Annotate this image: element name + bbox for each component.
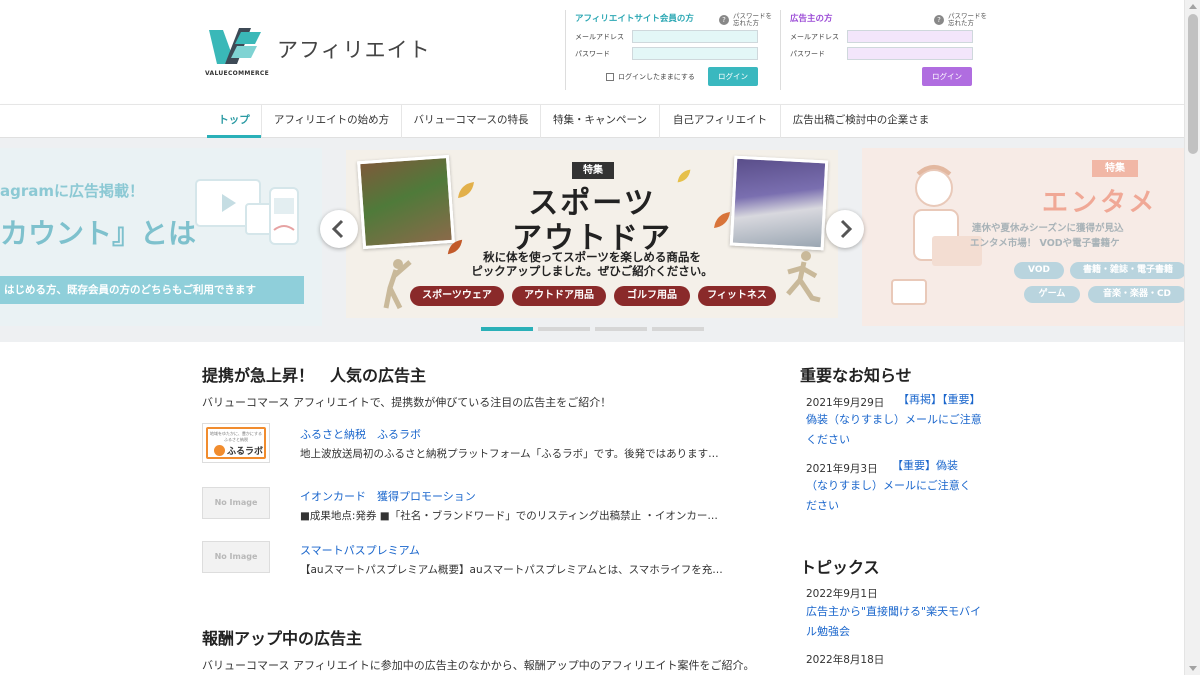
chip-golf-goods: ゴルフ用品 (614, 286, 690, 306)
nav-item-getting-started[interactable]: アフィリエイトの始め方 (262, 105, 401, 138)
help-icon: ? (719, 15, 729, 25)
advertiser-login-title: 広告主の方 (790, 14, 833, 24)
nav-item-features[interactable]: バリューコマースの特長 (402, 105, 540, 138)
site-header: VALUECOMMERCE アフィリエイト アフィリエイトサイト会員の方 ? パ… (0, 0, 1184, 104)
no-image-thumbnail[interactable]: No Image (202, 487, 270, 519)
affiliate-password-label: パスワード (575, 50, 610, 58)
feature-description-line2: ピックアップしました。ぜひご紹介ください。 (471, 264, 713, 278)
carousel-dot-4[interactable] (652, 327, 704, 331)
furulabo-logo[interactable]: 地域をゆたかに、豊かにする ふるさと納税 ふるラボ (202, 423, 270, 463)
furulabo-logo-subtext: ふるさと納税 (224, 437, 248, 442)
page: { "header": { "logo_sub": "VALUECOMMERCE… (0, 0, 1200, 675)
topic-date: 2022年8月18日 (806, 654, 885, 666)
advertiser-forgot-label: パスワードを忘れた方 (948, 12, 987, 27)
chip-games: ゲーム (1024, 286, 1080, 303)
scroll-down-icon[interactable] (1189, 666, 1197, 671)
chip-vod: VOD (1014, 262, 1064, 279)
vertical-scrollbar[interactable] (1184, 0, 1200, 675)
important-notices-heading: 重要なお知らせ (800, 366, 912, 385)
hero-carousel: agramに広告掲載！ カウント』とは はじめる方、既存会員の方のどちらもご利用… (0, 138, 1184, 342)
topic-date: 2022年9月1日 (806, 588, 878, 600)
popular-advertisers-heading: 提携が急上昇！ 人気の広告主 (202, 366, 427, 385)
advertiser-login-button[interactable]: ログイン (922, 67, 972, 86)
site-title: アフィリエイト (277, 38, 431, 62)
carousel-dot-1[interactable] (481, 327, 533, 331)
feature-description: 秋に体を使ってスポーツを楽しめる商品を ピックアップしました。ぜひご紹介ください… (346, 250, 838, 278)
reward-up-intro: バリューコマース アフィリエイトに参加中の広告主のなかから、報酬アップ中のアフィ… (202, 659, 755, 672)
remember-login-label: ログインしたままにする (618, 73, 695, 81)
entertainment-feature-tag: 特集 (1092, 160, 1138, 177)
smartphone-illustration-icon (195, 179, 299, 245)
carousel-slide-previous[interactable]: agramに広告掲載！ カウント』とは はじめる方、既存会員の方のどちらもご利用… (0, 148, 322, 326)
slide-previous-title: カウント』とは (0, 217, 197, 250)
advertiser-link-smartpass[interactable]: スマートパスプレミアム (300, 542, 420, 558)
valuecommerce-logo-mark-icon (209, 28, 261, 64)
advertiser-desc-aeon-card: ■成果地点:発券 ■「社名・ブランドワード」でのリスティング出稿禁止 ・イオンカ… (300, 510, 718, 522)
slide-previous-line1: agramに広告掲載！ (0, 182, 145, 200)
notice-link[interactable]: 【再掲】【重要】偽装（なりすまし）メールにご注意ください (806, 390, 986, 450)
affiliate-forgot-password-link[interactable]: ? パスワードを忘れた方 (719, 13, 773, 27)
affiliate-password-input[interactable] (632, 47, 758, 60)
nav-item-campaigns[interactable]: 特集・キャンペーン (541, 105, 659, 138)
furulabo-logo-frame: 地域をゆたかに、豊かにする ふるさと納税 ふるラボ (206, 427, 266, 459)
scrollbar-thumb[interactable] (1188, 14, 1198, 154)
scroll-up-icon[interactable] (1189, 4, 1197, 9)
entertainment-title: エンタメ (1042, 188, 1158, 218)
topics-heading: トピックス (800, 558, 880, 577)
chevron-left-icon (331, 219, 344, 239)
advertiser-email-input[interactable] (847, 30, 973, 43)
chip-fitness: フィットネス (698, 286, 776, 306)
chip-books: 書籍・雑誌・電子書籍 (1070, 262, 1184, 279)
notice-link[interactable]: 【重要】偽装（なりすまし）メールにご注意ください (806, 456, 978, 516)
feature-tag: 特集 (572, 162, 614, 179)
popular-advertisers-intro: バリューコマース アフィリエイトで、提携数が伸びている注目の広告主をご紹介！ (202, 396, 612, 409)
carousel-next-button[interactable] (826, 210, 864, 248)
carousel-dot-3[interactable] (595, 327, 647, 331)
advertiser-email-label: メールアドレス (790, 33, 839, 41)
carousel-dot-2[interactable] (538, 327, 590, 331)
furulabo-mark-icon (214, 445, 225, 456)
valuecommerce-logo[interactable]: VALUECOMMERCE (205, 24, 277, 78)
affiliate-login-button[interactable]: ログイン (708, 67, 758, 86)
feature-description-line1: 秋に体を使ってスポーツを楽しめる商品を (483, 250, 701, 264)
entertainment-description-line1: 連休や夏休みシーズンに獲得が見込 (972, 223, 1124, 234)
chip-sportswear: スポーツウェア (410, 286, 504, 306)
advertiser-link-furulabo[interactable]: ふるさと納税 ふるラボ (300, 426, 421, 442)
checkbox-icon (606, 73, 614, 81)
chip-outdoor-goods: アウトドア用品 (512, 286, 606, 306)
remember-login-checkbox[interactable]: ログインしたままにする (606, 72, 695, 82)
furulabo-brand: ふるラボ (227, 447, 264, 457)
affiliate-login-box: アフィリエイトサイト会員の方 ? パスワードを忘れた方 メールアドレス パスワー… (565, 10, 772, 90)
no-image-thumbnail[interactable]: No Image (202, 541, 270, 573)
advertiser-password-label: パスワード (790, 50, 825, 58)
help-icon: ? (934, 15, 944, 25)
slide-previous-caption: はじめる方、既存会員の方のどちらもご利用できます (0, 276, 304, 304)
chip-music: 音楽・楽器・CD (1088, 286, 1184, 303)
main-nav: トップ アフィリエイトの始め方 バリューコマースの特長 特集・キャンペーン 自己… (0, 104, 1184, 138)
entertainment-description-line2: エンタメ市場！ VODや電子書籍ケ (970, 238, 1120, 249)
affiliate-login-title: アフィリエイトサイト会員の方 (575, 14, 694, 24)
logo-subtext: VALUECOMMERCE (205, 70, 270, 77)
carousel-indicators (481, 327, 705, 331)
affiliate-forgot-label: パスワードを忘れた方 (733, 12, 772, 27)
carousel-slide-next[interactable]: 特集 エンタメ 連休や夏休みシーズンに獲得が見込 エンタメ市場！ VODや電子書… (862, 148, 1184, 326)
advertiser-desc-smartpass: 【auスマートパスプレミアム概要】auスマートパスプレミアムとは、スマホライフを… (300, 564, 723, 576)
nav-item-top[interactable]: トップ (207, 105, 261, 138)
carousel-slide-current[interactable]: 特集 スポーツ アウトドア 秋に体を使ってスポーツを楽しめる商品を ピックアップ… (346, 150, 838, 318)
advertiser-forgot-password-link[interactable]: ? パスワードを忘れた方 (934, 13, 988, 27)
affiliate-email-label: メールアドレス (575, 33, 624, 41)
chevron-right-icon (840, 219, 853, 239)
advertiser-login-box: 広告主の方 ? パスワードを忘れた方 メールアドレス パスワード ログイン (780, 10, 987, 90)
affiliate-email-input[interactable] (632, 30, 758, 43)
advertiser-password-input[interactable] (847, 47, 973, 60)
carousel-prev-button[interactable] (320, 210, 358, 248)
topic-link[interactable]: 広告主から"直接聞ける"楽天モバイル勉強会 (806, 602, 986, 642)
nav-item-self-affiliate[interactable]: 自己アフィリエイト (660, 105, 780, 138)
advertiser-link-aeon-card[interactable]: イオンカード 獲得プロモーション (300, 488, 476, 504)
advertiser-desc-furulabo: 地上波放送局初のふるさと納税プラットフォーム「ふるラボ」です。後発ではあります… (300, 448, 719, 460)
reward-up-heading: 報酬アップ中の広告主 (202, 629, 363, 648)
nav-item-for-advertisers[interactable]: 広告出稿ご検討中の企業さま (781, 105, 941, 138)
